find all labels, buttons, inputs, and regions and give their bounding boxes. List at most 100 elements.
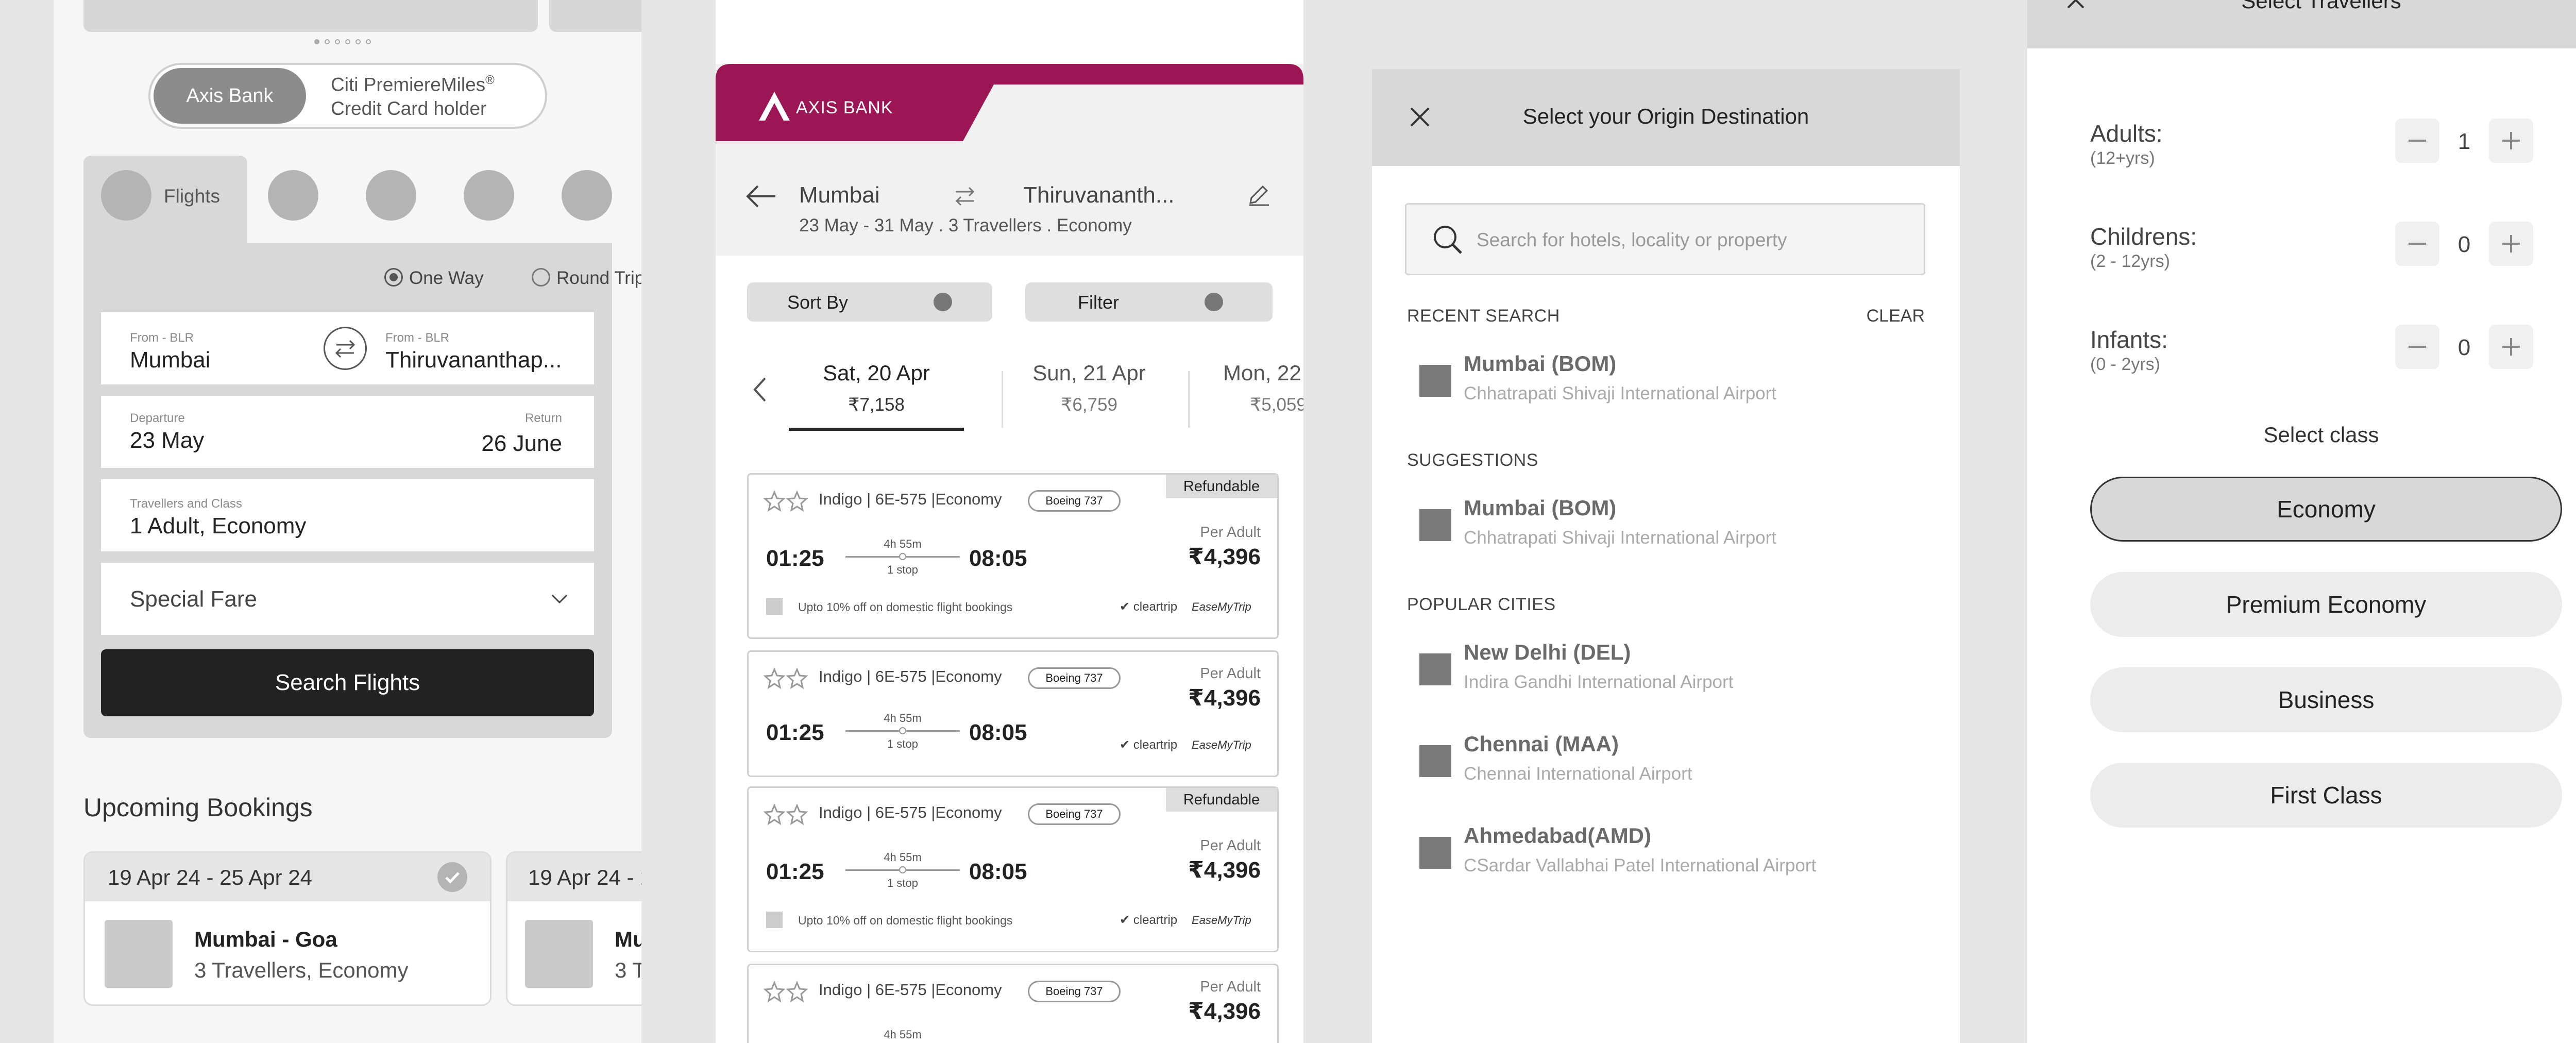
offer-checkbox[interactable] xyxy=(766,598,783,615)
airport-name: Chhatrapati Shivaji International Airpor… xyxy=(1464,383,1777,403)
recent-search-title: RECENT SEARCH xyxy=(1407,306,1560,326)
class-option[interactable]: Business xyxy=(2090,667,2562,732)
carousel-dot[interactable] xyxy=(335,39,340,44)
category-icon[interactable] xyxy=(562,170,612,221)
traveller-row: Infants: (0 - 2yrs) 0 xyxy=(2027,324,2576,396)
increment-button[interactable] xyxy=(2489,325,2533,369)
origin-search-input[interactable]: Search for hotels, locality or property xyxy=(1405,203,1925,275)
chevron-left-icon[interactable] xyxy=(752,376,768,403)
special-fare-dropdown[interactable]: Special Fare xyxy=(101,563,594,635)
search-summary: 23 May - 31 May . 3 Travellers . Economy xyxy=(799,215,1132,235)
selected-underline xyxy=(789,428,964,431)
cleartrip-logo: ✔ cleartrip xyxy=(1120,599,1177,614)
to-field[interactable]: From - BLR Thiruvananthap... xyxy=(346,312,594,384)
tab-flights[interactable]: Flights xyxy=(83,156,247,248)
carousel-banner[interactable] xyxy=(83,0,538,32)
axis-bank-logo xyxy=(757,90,793,123)
traveller-type: Infants: xyxy=(2090,326,2168,353)
from-value: Mumbai xyxy=(130,347,211,373)
price-label: Per Adult xyxy=(1200,979,1261,995)
class-option[interactable]: First Class xyxy=(2090,763,2562,828)
decrement-button[interactable] xyxy=(2395,325,2439,369)
flight-card[interactable]: Indigo | 6E-575 |Economy Boeing 737 Per Ad… xyxy=(747,964,1279,1043)
price-label: Per Adult xyxy=(1200,524,1261,541)
class-option[interactable]: Premium Economy xyxy=(2090,572,2562,637)
clear-button[interactable]: CLEAR xyxy=(1867,306,1925,326)
results-header: Mumbai Thiruvananth... 23 May - 31 May .… xyxy=(716,160,1303,256)
carousel-dot[interactable] xyxy=(355,39,361,44)
decrement-button[interactable] xyxy=(2395,119,2439,163)
search-flights-button[interactable]: Search Flights xyxy=(101,649,594,716)
aircraft-badge: Boeing 737 xyxy=(1028,981,1121,1002)
carousel-banner-next[interactable] xyxy=(549,0,641,32)
offer-checkbox[interactable] xyxy=(766,912,783,928)
flight-price: ₹4,396 xyxy=(1188,857,1261,883)
city-name: Chennai (MAA) xyxy=(1464,732,1619,756)
airport-name: Indira Gandhi International Airport xyxy=(1464,672,1734,692)
city-icon xyxy=(1419,653,1451,685)
travellers-value: 1 Adult, Economy xyxy=(130,513,307,539)
flight-icon xyxy=(101,170,151,221)
date-option[interactable]: Sun, 21 Apr ₹6,759 xyxy=(1012,350,1166,433)
city-option[interactable]: Mumbai (BOM) Chhatrapati Shivaji Interna… xyxy=(1372,347,1960,414)
city-option[interactable]: Mumbai (BOM) Chhatrapati Shivaji Interna… xyxy=(1372,492,1960,559)
booking-header: 19 Apr 24 - 25 Apr 24 xyxy=(507,853,641,901)
carousel-dot[interactable] xyxy=(325,39,330,44)
flight-card[interactable]: Indigo | 6E-575 |Economy Boeing 737 Per Ad… xyxy=(747,650,1279,777)
city-name: Mumbai (BOM) xyxy=(1464,351,1617,376)
filter-icon xyxy=(1205,293,1223,311)
route-field: From - BLR Mumbai From - BLR Thiruvanant… xyxy=(101,312,594,384)
booking-card[interactable]: 19 Apr 24 - 25 Apr 24 Mumbai - Goa 3 Tra… xyxy=(506,851,641,1006)
filter-button[interactable]: Filter xyxy=(1025,282,1273,322)
return-value: 26 June xyxy=(481,431,562,456)
axis-bank-option[interactable]: Axis Bank xyxy=(154,68,306,124)
cleartrip-check-icon: ✔ xyxy=(1120,913,1130,927)
booking-card[interactable]: 19 Apr 24 - 25 Apr 24 Mumbai - Goa 3 Tra… xyxy=(83,851,492,1006)
city-option[interactable]: Chennai (MAA) Chennai International Airp… xyxy=(1372,728,1960,795)
date-option-selected[interactable]: Sat, 20 Apr ₹7,158 xyxy=(789,350,964,433)
travellers-field[interactable]: Travellers and Class 1 Adult, Economy xyxy=(101,479,594,551)
date-option[interactable]: Mon, 22 Apr ₹5,059 xyxy=(1223,350,1303,433)
swap-arrows-icon[interactable] xyxy=(953,183,977,208)
city-icon xyxy=(1419,365,1451,397)
flight-results-screen: AXIS BANK Mumbai Thiruvananth... 23 May … xyxy=(716,0,1303,1043)
edit-pencil-icon[interactable] xyxy=(1246,182,1271,207)
departure-value: 23 May xyxy=(130,428,205,453)
flight-duration: 4h 55m xyxy=(884,1028,922,1041)
booking-route: Mumbai - Goa xyxy=(194,927,337,951)
back-arrow-icon[interactable] xyxy=(744,183,777,209)
flight-card[interactable]: Indigo | 6E-575 |Economy Boeing 737 Refund… xyxy=(747,473,1279,639)
class-option[interactable]: Economy xyxy=(2090,477,2562,542)
carousel-dot[interactable] xyxy=(345,39,350,44)
dates-field[interactable]: Departure 23 May Return 26 June xyxy=(101,396,594,468)
flight-card[interactable]: Indigo | 6E-575 |Economy Boeing 737 Refund… xyxy=(747,786,1279,952)
carousel-dot-active[interactable] xyxy=(314,39,319,44)
easemytrip-logo: EaseMyTrip xyxy=(1192,738,1251,751)
airport-name: Chennai International Airport xyxy=(1464,764,1692,784)
picker-title: Select your Origin Destination xyxy=(1522,104,1809,128)
increment-button[interactable] xyxy=(2489,222,2533,266)
city-option[interactable]: New Delhi (DEL) Indira Gandhi Internatio… xyxy=(1372,636,1960,703)
star-icon xyxy=(763,667,809,690)
city-icon xyxy=(1419,837,1451,869)
category-icon[interactable] xyxy=(268,170,318,221)
booking-details: 3 Travellers, Economy xyxy=(194,958,409,982)
category-icon[interactable] xyxy=(464,170,514,221)
citi-option[interactable]: Citi PremiereMiles® xyxy=(331,73,495,95)
traveller-count: 0 xyxy=(2458,232,2471,257)
city-option[interactable]: Ahmedabad(AMD) CSardar Vallabhai Patel I… xyxy=(1372,819,1960,886)
from-field[interactable]: From - BLR Mumbai xyxy=(101,312,346,384)
sort-by-button[interactable]: Sort By xyxy=(747,282,992,322)
city-icon xyxy=(1419,509,1451,541)
travellers-label: Travellers and Class xyxy=(130,497,242,511)
star-icon xyxy=(763,981,809,1003)
category-icon[interactable] xyxy=(366,170,416,221)
departure-time: 01:25 xyxy=(766,546,824,571)
carousel-dot[interactable] xyxy=(366,39,371,44)
radio-dot xyxy=(389,273,398,281)
increment-button[interactable] xyxy=(2489,119,2533,163)
stops-count: 1 stop xyxy=(887,737,918,750)
decrement-button[interactable] xyxy=(2395,222,2439,266)
cleartrip-logo: ✔ cleartrip xyxy=(1120,737,1177,752)
aircraft-badge: Boeing 737 xyxy=(1028,490,1121,512)
